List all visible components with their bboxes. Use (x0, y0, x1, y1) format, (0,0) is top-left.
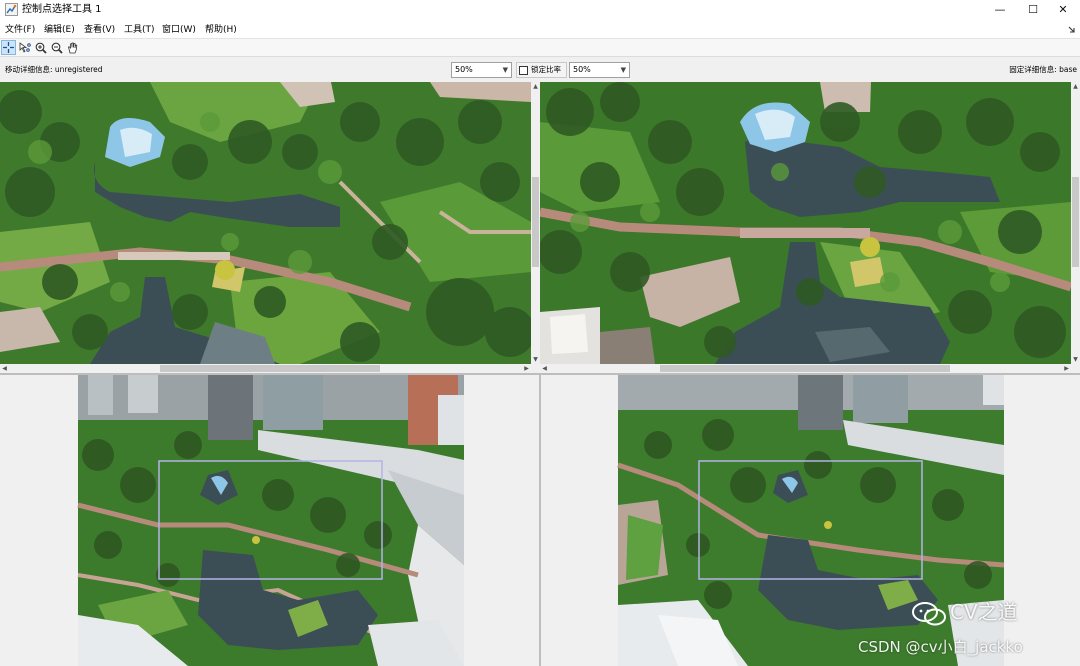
scroll-left-icon[interactable]: ◀ (540, 364, 549, 373)
zoom-out-icon (51, 42, 63, 54)
toolbar (0, 39, 1080, 57)
menu-bar: 文件(F) 编辑(E) 查看(V) 工具(T) 窗口(W) 帮助(H) (0, 20, 1080, 39)
scroll-down-icon[interactable]: ▼ (1071, 355, 1080, 364)
maximize-button[interactable]: ☐ (1016, 0, 1050, 20)
menu-tools[interactable]: 工具(T) (124, 24, 155, 36)
scroll-down-icon[interactable]: ▼ (531, 355, 540, 364)
zoom-out-tool[interactable] (49, 40, 64, 55)
aerial-park-overview-moving (0, 375, 539, 666)
minimize-button[interactable]: — (983, 0, 1017, 20)
scroll-right-icon[interactable]: ▶ (522, 364, 531, 373)
app-icon (5, 3, 18, 16)
vertical-scrollbar[interactable]: ▲ ▼ (531, 82, 540, 364)
move-points-icon (19, 41, 31, 53)
lock-ratio-label: 锁定比率 (531, 65, 561, 74)
dock-arrow-icon[interactable] (1068, 26, 1076, 34)
chevron-down-icon: ▼ (502, 66, 508, 74)
hand-icon (67, 42, 77, 53)
scroll-right-icon[interactable]: ▶ (1062, 364, 1071, 373)
horizontal-scrollbar[interactable]: ◀ ▶ (0, 364, 531, 373)
watermark-brand: CV之道 (912, 596, 1018, 626)
menu-window[interactable]: 窗口(W) (162, 24, 196, 36)
moving-overview[interactable] (0, 375, 539, 666)
info-bar: 移动详细信息: unregistered 50% ▼ 锁定比率 50% ▼ 固定… (0, 58, 1080, 82)
scroll-thumb[interactable] (160, 365, 380, 372)
zoom-in-icon (35, 42, 47, 54)
moving-detail-label: 移动详细信息: unregistered (5, 65, 103, 74)
aerial-park-closeup-fixed (540, 82, 1071, 364)
close-button[interactable]: ✕ (1046, 0, 1080, 20)
title-bar: 控制点选择工具 1 — ☐ ✕ (0, 0, 1080, 20)
scroll-left-icon[interactable]: ◀ (0, 364, 9, 373)
moving-detail-view[interactable] (0, 82, 531, 364)
moving-zoom-value: 50% (455, 65, 473, 74)
aerial-park-closeup-moving (0, 82, 531, 364)
watermark-credit: CSDN @cv小白_jackko (858, 638, 1023, 656)
add-point-tool[interactable] (1, 40, 16, 55)
fixed-detail-label: 固定详细信息: base (1009, 65, 1077, 74)
moving-zoom-select[interactable]: 50% ▼ (451, 62, 512, 78)
wechat-icon (912, 601, 946, 625)
fixed-zoom-select[interactable]: 50% ▼ (569, 62, 630, 78)
checkbox-box[interactable] (519, 66, 528, 75)
lock-ratio-checkbox[interactable]: 锁定比率 (516, 62, 567, 78)
menu-view[interactable]: 查看(V) (84, 24, 115, 36)
window-title: 控制点选择工具 1 (22, 4, 102, 15)
scroll-up-icon[interactable]: ▲ (531, 82, 540, 91)
scroll-thumb[interactable] (1072, 177, 1079, 267)
fixed-detail-view[interactable] (540, 82, 1071, 364)
menu-edit[interactable]: 编辑(E) (44, 24, 75, 36)
vertical-scrollbar[interactable]: ▲ ▼ (1071, 82, 1080, 364)
scroll-up-icon[interactable]: ▲ (1071, 82, 1080, 91)
fixed-zoom-value: 50% (573, 65, 591, 74)
pan-tool[interactable] (65, 40, 80, 55)
scroll-thumb[interactable] (532, 177, 539, 267)
zoom-in-tool[interactable] (33, 40, 48, 55)
scroll-thumb[interactable] (660, 365, 950, 372)
chevron-down-icon: ▼ (620, 66, 626, 74)
horizontal-scrollbar[interactable]: ◀ ▶ (540, 364, 1071, 373)
watermark-brand-text: CV之道 (950, 600, 1018, 624)
menu-help[interactable]: 帮助(H) (205, 24, 237, 36)
menu-file[interactable]: 文件(F) (5, 24, 35, 36)
move-point-tool[interactable] (17, 40, 32, 55)
crosshair-icon (3, 42, 14, 53)
